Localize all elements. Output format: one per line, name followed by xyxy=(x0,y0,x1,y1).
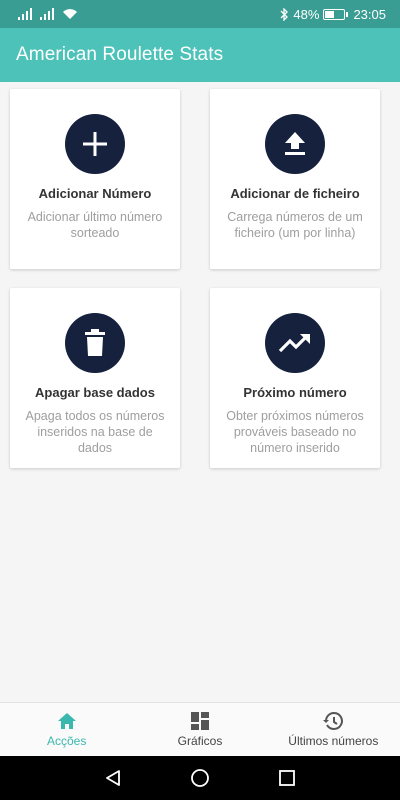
battery-icon xyxy=(323,8,349,20)
card-title: Próximo número xyxy=(243,385,347,400)
trash-icon xyxy=(65,313,125,373)
nav-item-label: Gráficos xyxy=(177,733,223,748)
card-description: Obter próximos números prováveis baseado… xyxy=(226,409,364,455)
plus-icon xyxy=(65,114,125,174)
actions-grid: Adicionar Número Adicionar último número… xyxy=(0,82,400,702)
card-description: Adicionar último número sorteado xyxy=(27,210,163,240)
status-left xyxy=(18,8,78,20)
card-description: Carrega números de um ficheiro (um por l… xyxy=(227,210,363,240)
home-icon xyxy=(57,712,76,729)
card-title: Adicionar de ficheiro xyxy=(230,186,360,201)
nav-item-last-numbers[interactable]: Últimos números xyxy=(267,703,400,756)
nav-item-label: Acções xyxy=(46,733,87,748)
bluetooth-icon xyxy=(280,7,289,21)
back-icon[interactable] xyxy=(104,769,122,787)
card-description: Apaga todos os números inseridos na base… xyxy=(25,409,165,455)
card-title: Adicionar Número xyxy=(38,186,152,201)
clock: 23:05 xyxy=(353,6,386,22)
nav-item-actions[interactable]: Acções xyxy=(0,703,133,756)
nav-item-charts[interactable]: Gráficos xyxy=(133,703,266,756)
app-title: American Roulette Stats xyxy=(16,44,224,65)
app-bar: American Roulette Stats xyxy=(0,28,400,82)
status-right: 48% 23:05 xyxy=(280,7,386,22)
recents-icon[interactable] xyxy=(278,769,296,787)
battery-percent: 48% xyxy=(293,6,320,22)
signal-icon xyxy=(18,8,32,20)
history-icon xyxy=(323,711,344,730)
next-number-card[interactable]: Próximo número Obter próximos números pr… xyxy=(210,288,380,468)
upload-icon xyxy=(265,114,325,174)
add-number-card[interactable]: Adicionar Número Adicionar último número… xyxy=(10,89,180,269)
home-circle-icon[interactable] xyxy=(190,768,210,788)
battery-fill xyxy=(325,10,334,18)
bottom-navigation: Acções Gráficos Últimos números xyxy=(0,702,400,756)
delete-database-card[interactable]: Apagar base dados Apaga todos os números… xyxy=(10,288,180,468)
signal-icon-2 xyxy=(40,8,54,20)
add-from-file-card[interactable]: Adicionar de ficheiro Carrega números de… xyxy=(210,89,380,269)
dashboard-icon xyxy=(190,711,209,730)
status-bar: 48% 23:05 xyxy=(0,0,400,28)
trending-up-icon xyxy=(265,313,325,373)
wifi-icon xyxy=(63,9,77,19)
card-title: Apagar base dados xyxy=(35,385,155,400)
system-navigation-bar xyxy=(0,756,400,800)
nav-item-label: Últimos números xyxy=(288,733,379,748)
